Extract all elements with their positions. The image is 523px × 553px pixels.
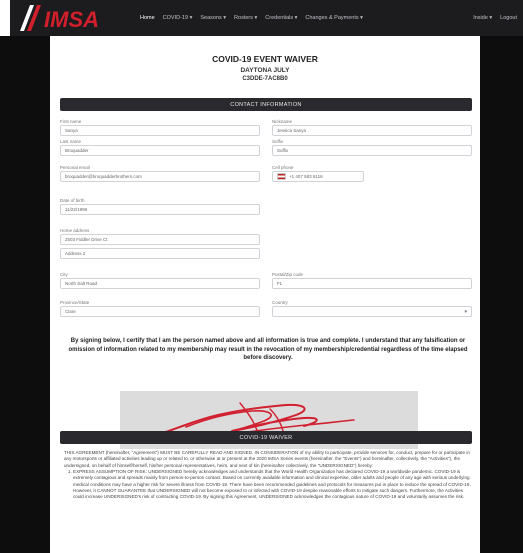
phone-value: +1 407 583 6116: [289, 174, 323, 179]
imsa-logo-mark: IMSA: [20, 5, 99, 32]
first-name-field: First name Sanya: [60, 119, 260, 136]
suffix-input[interactable]: Suffix: [272, 145, 472, 156]
email-input[interactable]: broquadder@broquadderbrothers.com: [60, 171, 260, 182]
country-field: Country ▾: [272, 300, 472, 317]
province-input[interactable]: Clare: [60, 306, 260, 317]
nav-home[interactable]: Home: [140, 15, 155, 21]
address-line2-input[interactable]: Address 2: [60, 248, 260, 259]
suffix-field: Suffix Suffix: [272, 139, 472, 156]
event-name: DAYTONA JULY: [240, 67, 290, 74]
city-input[interactable]: North Salt Road: [60, 278, 260, 289]
phone-field: Cell phone +1 407 583 6116: [272, 165, 364, 182]
nickname-input[interactable]: Jessica Sanya: [272, 125, 472, 136]
nav-credentials[interactable]: Credentials ▾: [265, 15, 297, 21]
nav-seasons[interactable]: Seasons ▾: [200, 15, 226, 21]
waiver-intro-paragraph: THIS AGREEMENT (hereinafter, "Agreement"…: [64, 450, 470, 468]
account-menu: Inside ▾ Logout: [473, 15, 523, 21]
address-field: Home address 2503 Fiddler Drive Ct Addre…: [60, 228, 260, 259]
last-name-input[interactable]: Broquadder: [60, 145, 260, 156]
nav-logout[interactable]: Logout: [500, 15, 517, 21]
chevron-down-icon: ▾: [464, 308, 467, 315]
top-navigation-bar: IMSA Home COVID-19 ▾ Seasons ▾ Rosters ▾…: [10, 0, 523, 36]
nav-changes-payments[interactable]: Changes & Payments ▾: [305, 15, 362, 21]
left-page-margin: [0, 36, 50, 553]
nickname-field: Nickname Jessica Sanya: [272, 119, 472, 136]
nav-rosters[interactable]: Rosters ▾: [234, 15, 257, 21]
imsa-logo[interactable]: IMSA: [10, 0, 128, 36]
last-name-field: Last name Broquadder: [60, 139, 260, 156]
first-name-input[interactable]: Sanya: [60, 125, 260, 136]
certification-statement: By signing below, I certify that I am th…: [68, 338, 468, 362]
postal-code-field: Postal/Zip code FL: [272, 272, 472, 289]
province-field: Province/State Clare: [60, 300, 260, 317]
logo-wordmark: IMSA: [44, 7, 99, 32]
country-select[interactable]: ▾: [272, 306, 472, 317]
postal-code-input[interactable]: FL: [272, 278, 472, 289]
address-line1-input[interactable]: 2503 Fiddler Drive Ct: [60, 234, 260, 245]
right-page-margin: [480, 36, 523, 553]
browser-page: IMSA Home COVID-19 ▾ Seasons ▾ Rosters ▾…: [0, 0, 523, 553]
us-flag-icon[interactable]: [277, 173, 286, 180]
waiver-clauses-list: EXPRESS ASSUMPTION OF RISK: UNDERSIGNED …: [64, 469, 472, 501]
birth-date-field: Date of birth 11/22/1999: [60, 198, 260, 215]
page-title: COVID-19 EVENT WAIVER: [212, 54, 318, 64]
waiver-form: COVID-19 EVENT WAIVER DAYTONA JULY C3DDE…: [50, 36, 480, 553]
event-code: C3DDE-7AC8B0: [242, 76, 288, 82]
city-field: City North Salt Road: [60, 272, 260, 289]
nav-user-menu[interactable]: Inside ▾: [473, 15, 492, 21]
form-title-block: COVID-19 EVENT WAIVER DAYTONA JULY C3DDE…: [50, 54, 480, 82]
birth-date-input[interactable]: 11/22/1999: [60, 204, 260, 215]
nav-covid-19[interactable]: COVID-19 ▾: [163, 15, 193, 21]
email-field: Personal email broquadder@broquadderbrot…: [60, 165, 260, 182]
main-menu: Home COVID-19 ▾ Seasons ▾ Rosters ▾ Cred…: [140, 15, 363, 21]
contact-section-header: CONTACT INFORMATION: [60, 98, 472, 111]
waiver-text: THIS AGREEMENT (hereinafter, "Agreement"…: [64, 450, 472, 501]
waiver-section-header: COVID-19 WAIVER: [60, 431, 472, 444]
phone-input[interactable]: +1 407 583 6116: [272, 171, 364, 182]
waiver-clause-assumption-of-risk: EXPRESS ASSUMPTION OF RISK: UNDERSIGNED …: [73, 469, 472, 501]
